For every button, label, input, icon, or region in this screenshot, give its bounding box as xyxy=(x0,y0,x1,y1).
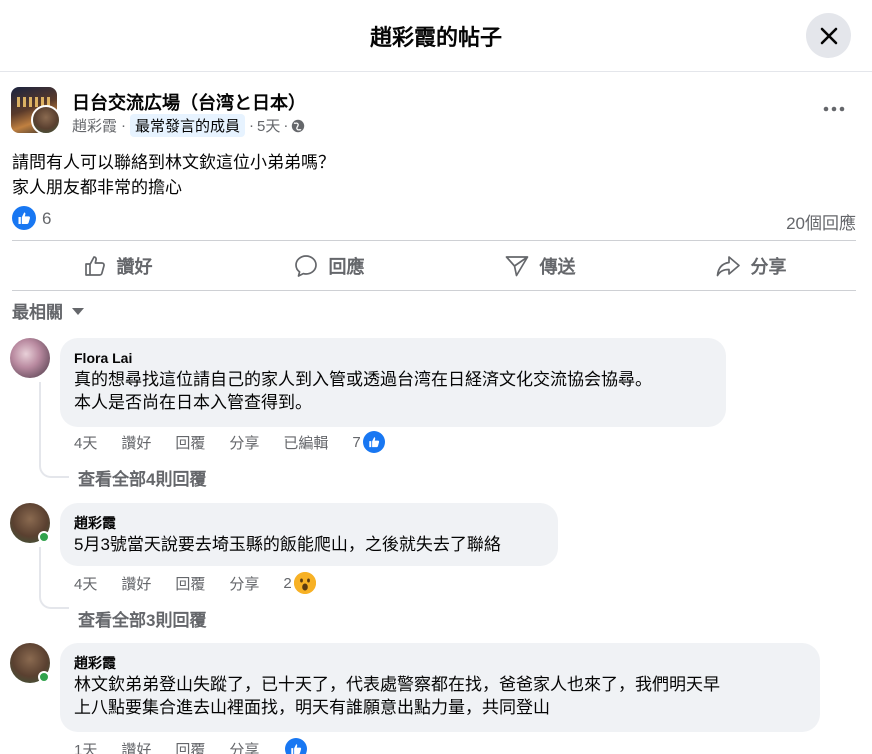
like-button[interactable]: 讚好 xyxy=(12,241,223,290)
share-button[interactable]: 分享 xyxy=(645,241,856,290)
comment-item: 趙彩霞 5月3號當天說要去埼玉縣的飯能爬山，之後就失去了聯絡 4天 讚好 回覆 … xyxy=(10,503,860,633)
sort-label: 最相關 xyxy=(12,303,63,322)
globe-icon xyxy=(292,119,305,132)
comment-line: 真的想尋找這位請自己的家人到入管或透過台湾在日経済文化交流協会協尋。 xyxy=(74,370,652,389)
meta-separator: · xyxy=(121,117,127,134)
modal-title: 趙彩霞的帖子 xyxy=(369,25,502,50)
comment-line: 上八點要集合進去山裡面找，明天有誰願意出點力量，共同登山 xyxy=(74,698,550,717)
post-text: 請問有人可以聯絡到林文欽這位小弟弟嗎？ 家人朋友都非常的擔心 xyxy=(12,150,335,200)
thread-connector xyxy=(39,382,69,478)
comment-sort-dropdown[interactable]: 最相關 xyxy=(12,298,85,323)
comment-reactions[interactable]: 2 xyxy=(283,572,316,594)
post-meta: 趙彩霞 · 最常發言的成員 · 5天 · xyxy=(72,114,305,137)
comment-reply-button[interactable]: 回覆 xyxy=(175,573,205,594)
post-author[interactable]: 趙彩霞 xyxy=(72,115,117,136)
comment-label: 回應 xyxy=(328,256,365,277)
thumbs-up-icon xyxy=(84,255,105,276)
caret-down-icon xyxy=(72,307,84,315)
comment-item: 趙彩霞 林文欽弟弟登山失蹤了，已十天了，代表處警察都在找，爸爸家人也來了，我們明… xyxy=(10,643,860,754)
like-reaction-icon xyxy=(362,431,385,453)
modal-header: 趙彩霞的帖子 xyxy=(0,0,872,72)
group-name[interactable]: 日台交流広場（台湾と日本） xyxy=(72,89,306,115)
post-time[interactable]: 5天 xyxy=(257,115,280,136)
wow-reaction-icon xyxy=(293,572,316,594)
edited-label[interactable]: 已編輯 xyxy=(283,432,328,453)
comment-time[interactable]: 1天 xyxy=(74,739,97,754)
view-replies-link[interactable]: 查看全部4則回覆 xyxy=(78,465,206,490)
comment-icon xyxy=(294,254,317,277)
post-action-bar: 讚好 回應 傳送 分享 xyxy=(12,240,856,291)
like-reaction-icon[interactable] xyxy=(12,206,36,230)
comment-item: Flora Lai 真的想尋找這位請自己的家人到入管或透過台湾在日経済文化交流協… xyxy=(10,338,860,498)
send-icon xyxy=(505,255,528,276)
comment-bubble: 趙彩霞 林文欽弟弟登山失蹤了，已十天了，代表處警察都在找，爸爸家人也來了，我們明… xyxy=(60,643,820,732)
comment-text: 5月3號當天說要去埼玉縣的飯能爬山，之後就失去了聯絡 xyxy=(74,533,544,556)
member-badge: 最常發言的成員 xyxy=(130,114,246,137)
share-label: 分享 xyxy=(750,256,787,277)
close-icon xyxy=(820,27,837,44)
send-label: 傳送 xyxy=(539,256,576,277)
comment-button[interactable]: 回應 xyxy=(223,241,434,290)
comment-text: 林文欽弟弟登山失蹤了，已十天了，代表處警察都在找，爸爸家人也來了，我們明天早 上… xyxy=(74,673,806,719)
meta-separator: · xyxy=(283,117,289,134)
comment-share-button[interactable]: 分享 xyxy=(229,573,259,594)
reaction-count: 2 xyxy=(283,574,292,592)
comment-bubble: Flora Lai 真的想尋找這位請自己的家人到入管或透過台湾在日経済文化交流協… xyxy=(60,338,726,427)
like-count[interactable]: 6 xyxy=(42,209,51,229)
comment-time[interactable]: 4天 xyxy=(74,432,97,453)
post-line: 家人朋友都非常的擔心 xyxy=(12,178,182,197)
comment-reply-button[interactable]: 回覆 xyxy=(175,432,205,453)
comment-actions: 4天 讚好 回覆 分享 2 xyxy=(74,572,316,594)
share-icon xyxy=(716,255,740,276)
author-avatar[interactable] xyxy=(31,105,61,135)
more-options-button[interactable] xyxy=(819,97,849,121)
reaction-count: 7 xyxy=(352,433,361,451)
commenter-name[interactable]: 趙彩霞 xyxy=(74,513,544,533)
comment-line: 本人是否尚在日本入管查得到。 xyxy=(74,393,312,412)
comment-reactions[interactable]: 7 xyxy=(352,431,385,453)
like-reaction-icon[interactable] xyxy=(285,738,308,754)
comment-bubble: 趙彩霞 5月3號當天說要去埼玉縣的飯能爬山，之後就失去了聯絡 xyxy=(60,503,558,566)
meta-separator: · xyxy=(249,117,255,134)
more-icon xyxy=(823,106,845,112)
thread-connector xyxy=(39,547,69,609)
comment-share-button[interactable]: 分享 xyxy=(229,432,259,453)
comment-actions: 4天 讚好 回覆 分享 已編輯 7 xyxy=(74,431,385,453)
send-button[interactable]: 傳送 xyxy=(434,241,645,290)
commenter-name[interactable]: 趙彩霞 xyxy=(74,653,806,673)
comment-like-button[interactable]: 讚好 xyxy=(121,739,151,754)
reactions-summary: 6 20個回應 xyxy=(12,206,856,234)
comment-line: 5月3號當天說要去埼玉縣的飯能爬山，之後就失去了聯絡 xyxy=(74,535,501,554)
commenter-name[interactable]: Flora Lai xyxy=(74,348,712,368)
comment-line: 林文欽弟弟登山失蹤了，已十天了，代表處警察都在找，爸爸家人也來了，我們明天早 xyxy=(74,675,720,694)
comment-like-button[interactable]: 讚好 xyxy=(121,432,151,453)
post-header: 日台交流広場（台湾と日本） 趙彩霞 · 最常發言的成員 · 5天 · xyxy=(11,87,861,137)
comment-actions: 1天 讚好 回覆 分享 xyxy=(74,738,308,754)
comment-like-button[interactable]: 讚好 xyxy=(121,573,151,594)
comment-count[interactable]: 20個回應 xyxy=(786,209,856,234)
online-status-dot xyxy=(38,531,50,543)
comment-reply-button[interactable]: 回覆 xyxy=(175,739,205,754)
comment-text: 真的想尋找這位請自己的家人到入管或透過台湾在日経済文化交流協会協尋。 本人是否尚… xyxy=(74,368,712,414)
comment-share-button[interactable]: 分享 xyxy=(229,739,259,754)
post-line: 請問有人可以聯絡到林文欽這位小弟弟嗎？ xyxy=(12,153,335,172)
close-button[interactable] xyxy=(806,13,851,58)
commenter-avatar[interactable] xyxy=(10,338,50,378)
comment-time[interactable]: 4天 xyxy=(74,573,97,594)
online-status-dot xyxy=(38,671,50,683)
view-replies-link[interactable]: 查看全部3則回覆 xyxy=(78,606,206,631)
like-label: 讚好 xyxy=(116,256,153,277)
